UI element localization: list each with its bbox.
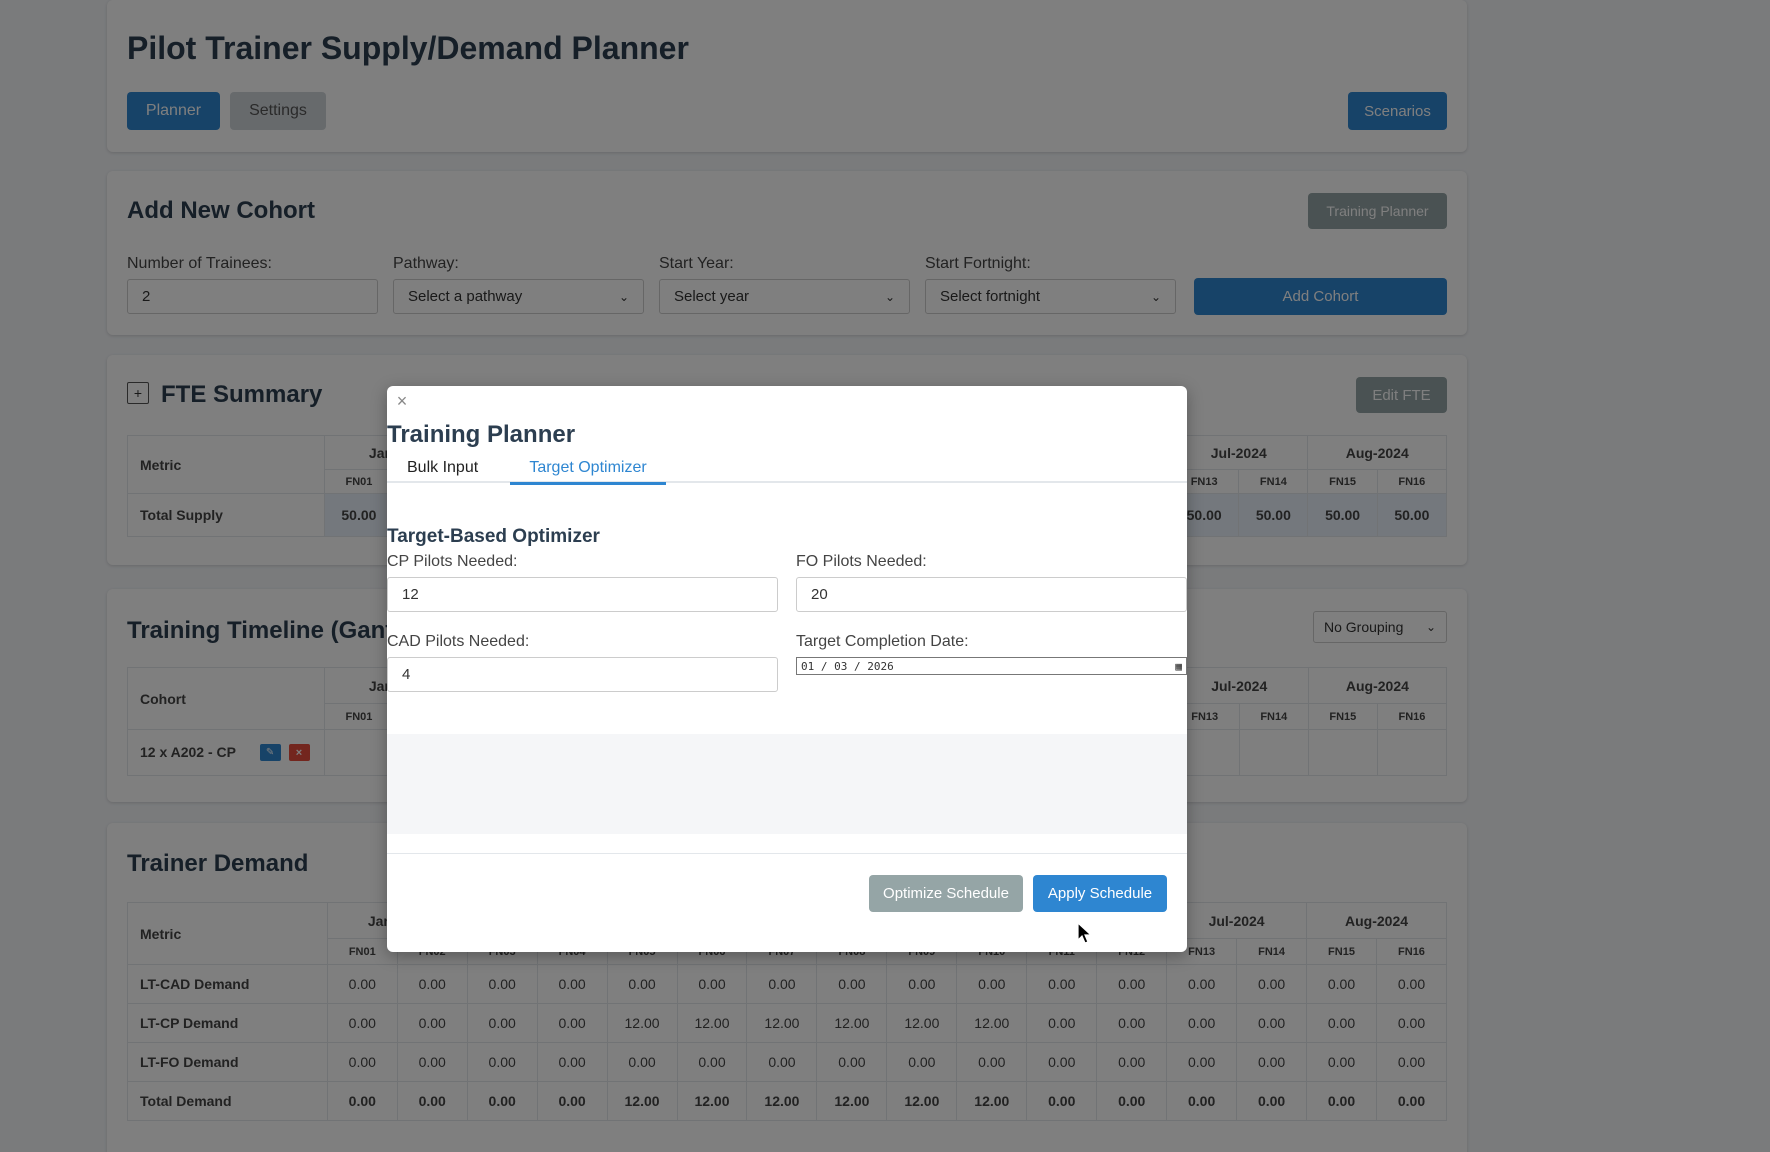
close-icon: ×: [396, 390, 408, 411]
modal-footer-divider: [387, 853, 1187, 854]
fo-pilots-input[interactable]: 20: [796, 577, 1187, 612]
mouse-cursor-icon: [1077, 922, 1093, 944]
tab-bulk-input[interactable]: Bulk Input: [407, 459, 478, 483]
target-date-value: 01 / 03 / 2026: [801, 659, 894, 673]
modal-title: Training Planner: [387, 421, 576, 448]
optimizer-section-title: Target-Based Optimizer: [387, 526, 600, 547]
target-date-input[interactable]: 01 / 03 / 2026 ▦: [796, 657, 1187, 675]
close-modal-button[interactable]: ×: [393, 390, 411, 411]
modal-tabs: Bulk Input Target Optimizer: [387, 459, 1187, 485]
fo-pilots-label: FO Pilots Needed:: [796, 553, 927, 570]
cp-pilots-input[interactable]: 12: [387, 577, 778, 612]
tab-target-optimizer[interactable]: Target Optimizer: [510, 459, 666, 485]
optimize-schedule-button[interactable]: Optimize Schedule: [869, 875, 1023, 912]
target-date-label: Target Completion Date:: [796, 633, 969, 650]
optimizer-results-area: [387, 734, 1187, 834]
cp-pilots-label: CP Pilots Needed:: [387, 553, 518, 570]
apply-schedule-button[interactable]: Apply Schedule: [1033, 875, 1167, 912]
calendar-icon[interactable]: ▦: [1175, 660, 1182, 673]
training-planner-modal: × Training Planner Bulk Input Target Opt…: [387, 386, 1187, 952]
cad-pilots-label: CAD Pilots Needed:: [387, 633, 530, 650]
cad-pilots-input[interactable]: 4: [387, 657, 778, 692]
